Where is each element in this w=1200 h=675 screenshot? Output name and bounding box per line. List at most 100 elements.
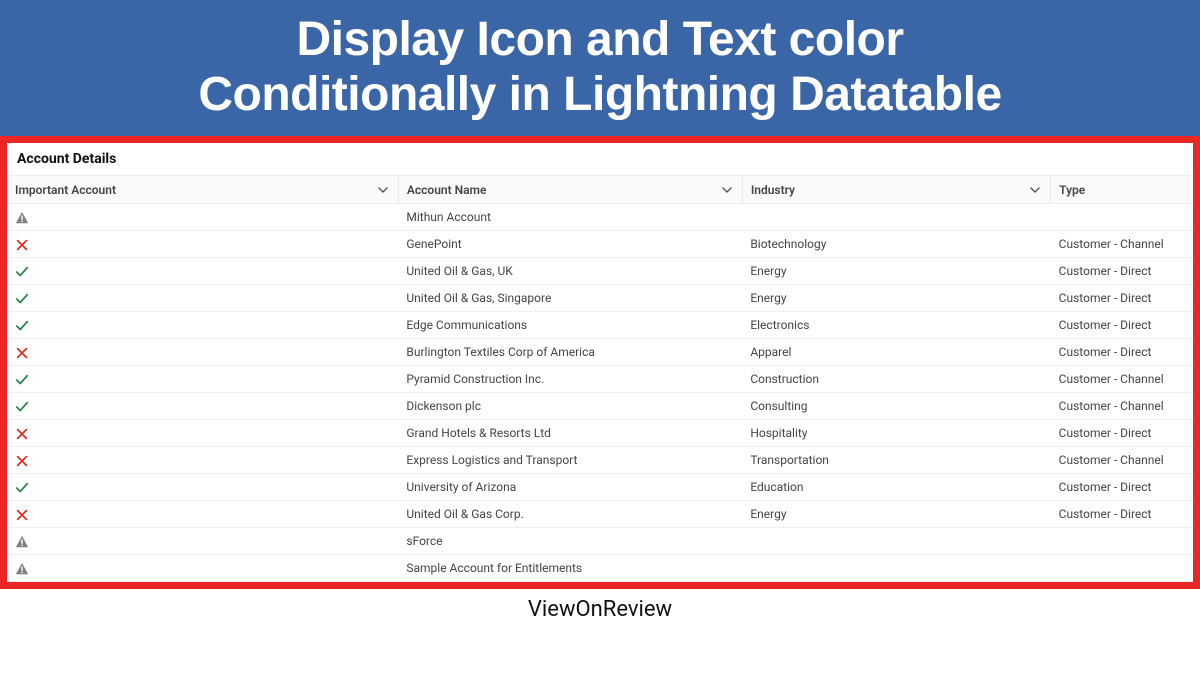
table-row[interactable]: Express Logistics and TransportTransport…: [7, 447, 1193, 474]
check-icon: [15, 292, 29, 306]
cell-important: [7, 339, 398, 366]
cell-important: [7, 312, 398, 339]
cell-important: [7, 366, 398, 393]
close-icon: [15, 238, 29, 252]
cell-name: University of Arizona: [398, 474, 742, 501]
cell-important: [7, 474, 398, 501]
cell-type: Customer - Direct: [1051, 312, 1193, 339]
cell-industry: Hospitality: [742, 420, 1050, 447]
table-row[interactable]: Sample Account for Entitlements: [7, 555, 1193, 582]
close-icon: [15, 427, 29, 441]
cell-industry: [742, 555, 1050, 582]
cell-name: United Oil & Gas, Singapore: [398, 285, 742, 312]
table-row[interactable]: Mithun Account: [7, 204, 1193, 231]
check-icon: [15, 265, 29, 279]
cell-name: Burlington Textiles Corp of America: [398, 339, 742, 366]
chevron-down-icon[interactable]: [1030, 185, 1040, 195]
cell-type: Customer - Channel: [1051, 231, 1193, 258]
check-icon: [15, 481, 29, 495]
cell-important: [7, 258, 398, 285]
cell-industry: Energy: [742, 285, 1050, 312]
cell-important: [7, 393, 398, 420]
table-row[interactable]: Dickenson plcConsultingCustomer - Channe…: [7, 393, 1193, 420]
table-body: Mithun AccountGenePointBiotechnologyCust…: [7, 204, 1193, 582]
column-header-important[interactable]: Important Account: [7, 176, 398, 204]
column-header-label: Industry: [751, 183, 795, 197]
table-row[interactable]: GenePointBiotechnologyCustomer - Channel: [7, 231, 1193, 258]
cell-name: Grand Hotels & Resorts Ltd: [398, 420, 742, 447]
cell-type: Customer - Direct: [1051, 285, 1193, 312]
cell-type: Customer - Direct: [1051, 339, 1193, 366]
cell-name: United Oil & Gas Corp.: [398, 501, 742, 528]
cell-important: [7, 528, 398, 555]
banner-title-line1: Display Icon and Text color: [296, 13, 903, 66]
cell-type: [1051, 555, 1193, 582]
column-header-label: Type: [1059, 183, 1085, 197]
cell-industry: Construction: [742, 366, 1050, 393]
cell-industry: [742, 528, 1050, 555]
cell-name: sForce: [398, 528, 742, 555]
cell-type: [1051, 204, 1193, 231]
column-header-industry[interactable]: Industry: [742, 176, 1050, 204]
cell-industry: Apparel: [742, 339, 1050, 366]
close-icon: [15, 454, 29, 468]
cell-important: [7, 231, 398, 258]
cell-industry: Transportation: [742, 447, 1050, 474]
cell-name: Sample Account for Entitlements: [398, 555, 742, 582]
cell-industry: Consulting: [742, 393, 1050, 420]
table-row[interactable]: United Oil & Gas, UKEnergyCustomer - Dir…: [7, 258, 1193, 285]
column-header-name[interactable]: Account Name: [398, 176, 742, 204]
cell-name: GenePoint: [398, 231, 742, 258]
column-header-label: Account Name: [407, 183, 487, 197]
check-icon: [15, 319, 29, 333]
chevron-down-icon[interactable]: [722, 185, 732, 195]
cell-type: Customer - Channel: [1051, 393, 1193, 420]
chevron-down-icon[interactable]: [378, 185, 388, 195]
table-row[interactable]: Pyramid Construction Inc.ConstructionCus…: [7, 366, 1193, 393]
table-row[interactable]: sForce: [7, 528, 1193, 555]
column-header-type[interactable]: Type: [1051, 176, 1193, 204]
cell-industry: [742, 204, 1050, 231]
cell-name: Mithun Account: [398, 204, 742, 231]
table-row[interactable]: Grand Hotels & Resorts LtdHospitalityCus…: [7, 420, 1193, 447]
cell-industry: Energy: [742, 501, 1050, 528]
cell-type: Customer - Direct: [1051, 258, 1193, 285]
warning-icon: [15, 562, 29, 576]
footer-text: ViewOnReview: [0, 589, 1200, 626]
cell-type: Customer - Direct: [1051, 501, 1193, 528]
cell-industry: Education: [742, 474, 1050, 501]
cell-industry: Biotechnology: [742, 231, 1050, 258]
warning-icon: [15, 535, 29, 549]
table-row[interactable]: United Oil & Gas Corp.EnergyCustomer - D…: [7, 501, 1193, 528]
cell-name: Pyramid Construction Inc.: [398, 366, 742, 393]
cell-important: [7, 501, 398, 528]
cell-name: Dickenson plc: [398, 393, 742, 420]
card-title: Account Details: [7, 143, 1193, 175]
cell-type: Customer - Channel: [1051, 447, 1193, 474]
check-icon: [15, 373, 29, 387]
check-icon: [15, 400, 29, 414]
cell-type: Customer - Channel: [1051, 366, 1193, 393]
cell-type: [1051, 528, 1193, 555]
cell-name: Express Logistics and Transport: [398, 447, 742, 474]
cell-important: [7, 555, 398, 582]
cell-important: [7, 420, 398, 447]
cell-important: [7, 285, 398, 312]
cell-important: [7, 447, 398, 474]
cell-important: [7, 204, 398, 231]
table-row[interactable]: Burlington Textiles Corp of AmericaAppar…: [7, 339, 1193, 366]
account-datatable: Important Account Account Name Industry …: [7, 175, 1193, 582]
table-header-row: Important Account Account Name Industry …: [7, 176, 1193, 204]
cell-name: United Oil & Gas, UK: [398, 258, 742, 285]
cell-type: Customer - Direct: [1051, 474, 1193, 501]
banner-title-line2: Conditionally in Lightning Datatable: [198, 68, 1001, 121]
column-header-label: Important Account: [15, 183, 116, 197]
warning-icon: [15, 211, 29, 225]
close-icon: [15, 346, 29, 360]
cell-industry: Energy: [742, 258, 1050, 285]
table-row[interactable]: United Oil & Gas, SingaporeEnergyCustome…: [7, 285, 1193, 312]
banner-title: Display Icon and Text color Conditionall…: [0, 12, 1200, 122]
table-row[interactable]: Edge CommunicationsElectronicsCustomer -…: [7, 312, 1193, 339]
cell-type: Customer - Direct: [1051, 420, 1193, 447]
table-row[interactable]: University of ArizonaEducationCustomer -…: [7, 474, 1193, 501]
